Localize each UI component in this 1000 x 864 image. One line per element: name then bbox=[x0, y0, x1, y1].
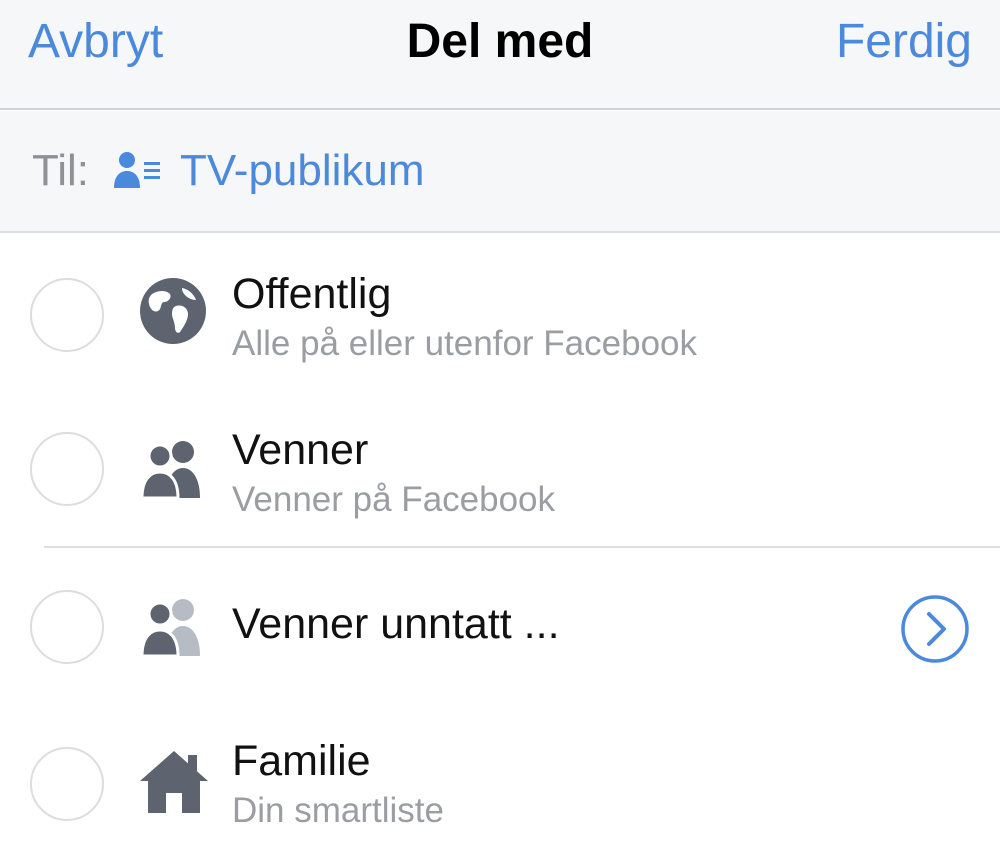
audience-value-link[interactable]: TV-publikum bbox=[180, 146, 425, 196]
person-list-icon bbox=[114, 152, 160, 188]
friends-icon bbox=[140, 441, 200, 500]
radio-friends[interactable] bbox=[30, 432, 104, 506]
house-icon bbox=[140, 751, 208, 813]
option-subtitle: Venner på Facebook bbox=[232, 480, 556, 519]
radio-friends-except[interactable] bbox=[30, 590, 104, 664]
option-family[interactable]: Familie Din smartliste bbox=[0, 705, 1000, 860]
option-title: Venner unntatt ... bbox=[232, 600, 560, 648]
friends-except-icon bbox=[140, 599, 200, 658]
radio-family[interactable] bbox=[30, 747, 104, 821]
option-subtitle: Din smartliste bbox=[232, 791, 444, 830]
divider bbox=[44, 546, 1000, 548]
option-friends[interactable]: Venner Venner på Facebook bbox=[0, 392, 1000, 547]
radio-public[interactable] bbox=[30, 278, 104, 352]
globe-icon bbox=[140, 278, 206, 344]
option-title: Offentlig bbox=[232, 270, 392, 318]
done-button[interactable]: Ferdig bbox=[836, 14, 972, 69]
option-title: Venner bbox=[232, 426, 369, 474]
to-label: Til: bbox=[32, 146, 90, 195]
option-friends-except[interactable]: Venner unntatt ... bbox=[0, 550, 1000, 705]
option-subtitle: Alle på eller utenfor Facebook bbox=[232, 324, 697, 363]
navigation-bar: Avbryt Del med Ferdig bbox=[0, 0, 1000, 110]
chevron-right-icon[interactable] bbox=[900, 594, 970, 664]
option-title: Familie bbox=[232, 737, 371, 785]
option-public[interactable]: Offentlig Alle på eller utenfor Facebook bbox=[0, 236, 1000, 391]
